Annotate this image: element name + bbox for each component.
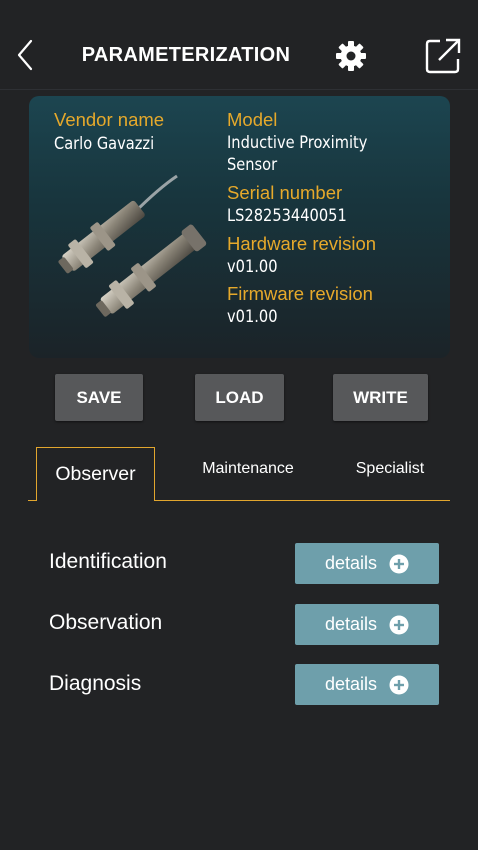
tab-underline-left xyxy=(28,500,37,501)
hardware-revision-value: v01.00 xyxy=(227,257,278,277)
external-link-icon xyxy=(425,38,461,74)
serial-value: LS28253440051 xyxy=(227,206,347,226)
serial-label: Serial number xyxy=(227,182,343,203)
model-label: Model xyxy=(227,109,278,130)
diagnosis-details-button[interactable]: details xyxy=(295,664,439,705)
save-button[interactable]: SAVE xyxy=(55,374,143,421)
page-title: PARAMETERIZATION xyxy=(81,44,291,66)
tab-observer[interactable]: Observer xyxy=(36,463,155,486)
firmware-revision-label: Firmware revision xyxy=(227,283,373,304)
gear-icon xyxy=(336,41,366,71)
details-label: details xyxy=(324,553,378,573)
write-button[interactable]: WRITE xyxy=(333,374,428,421)
export-button[interactable] xyxy=(424,37,462,75)
identification-details-button[interactable]: details xyxy=(295,543,439,584)
hardware-revision-label: Hardware revision xyxy=(227,233,377,254)
device-info-card: Vendor name Carlo Gavazzi Model Inductiv… xyxy=(29,96,450,358)
vendor-label: Vendor name xyxy=(54,109,165,130)
vendor-value: Carlo Gavazzi xyxy=(54,134,155,154)
tab-maintenance[interactable]: Maintenance xyxy=(185,460,311,478)
observation-details-button[interactable]: details xyxy=(295,604,439,645)
details-label: details xyxy=(324,674,378,694)
app-header: PARAMETERIZATION xyxy=(0,0,478,90)
firmware-revision-value: v01.00 xyxy=(227,307,278,327)
plus-circle-icon xyxy=(389,554,409,573)
tab-specialist[interactable]: Specialist xyxy=(340,460,440,478)
sensor-image xyxy=(58,174,207,317)
identification-label: Identification xyxy=(49,550,167,573)
settings-button[interactable] xyxy=(333,38,369,74)
tab-underline-right xyxy=(154,500,450,501)
header-divider xyxy=(0,89,478,90)
plus-circle-icon xyxy=(389,675,409,694)
details-label: details xyxy=(324,614,378,634)
plus-circle-icon xyxy=(389,615,409,634)
diagnosis-label: Diagnosis xyxy=(49,672,142,695)
model-value: Inductive Proximity Sensor xyxy=(227,133,368,175)
observation-label: Observation xyxy=(49,611,163,634)
load-button[interactable]: LOAD xyxy=(195,374,284,421)
